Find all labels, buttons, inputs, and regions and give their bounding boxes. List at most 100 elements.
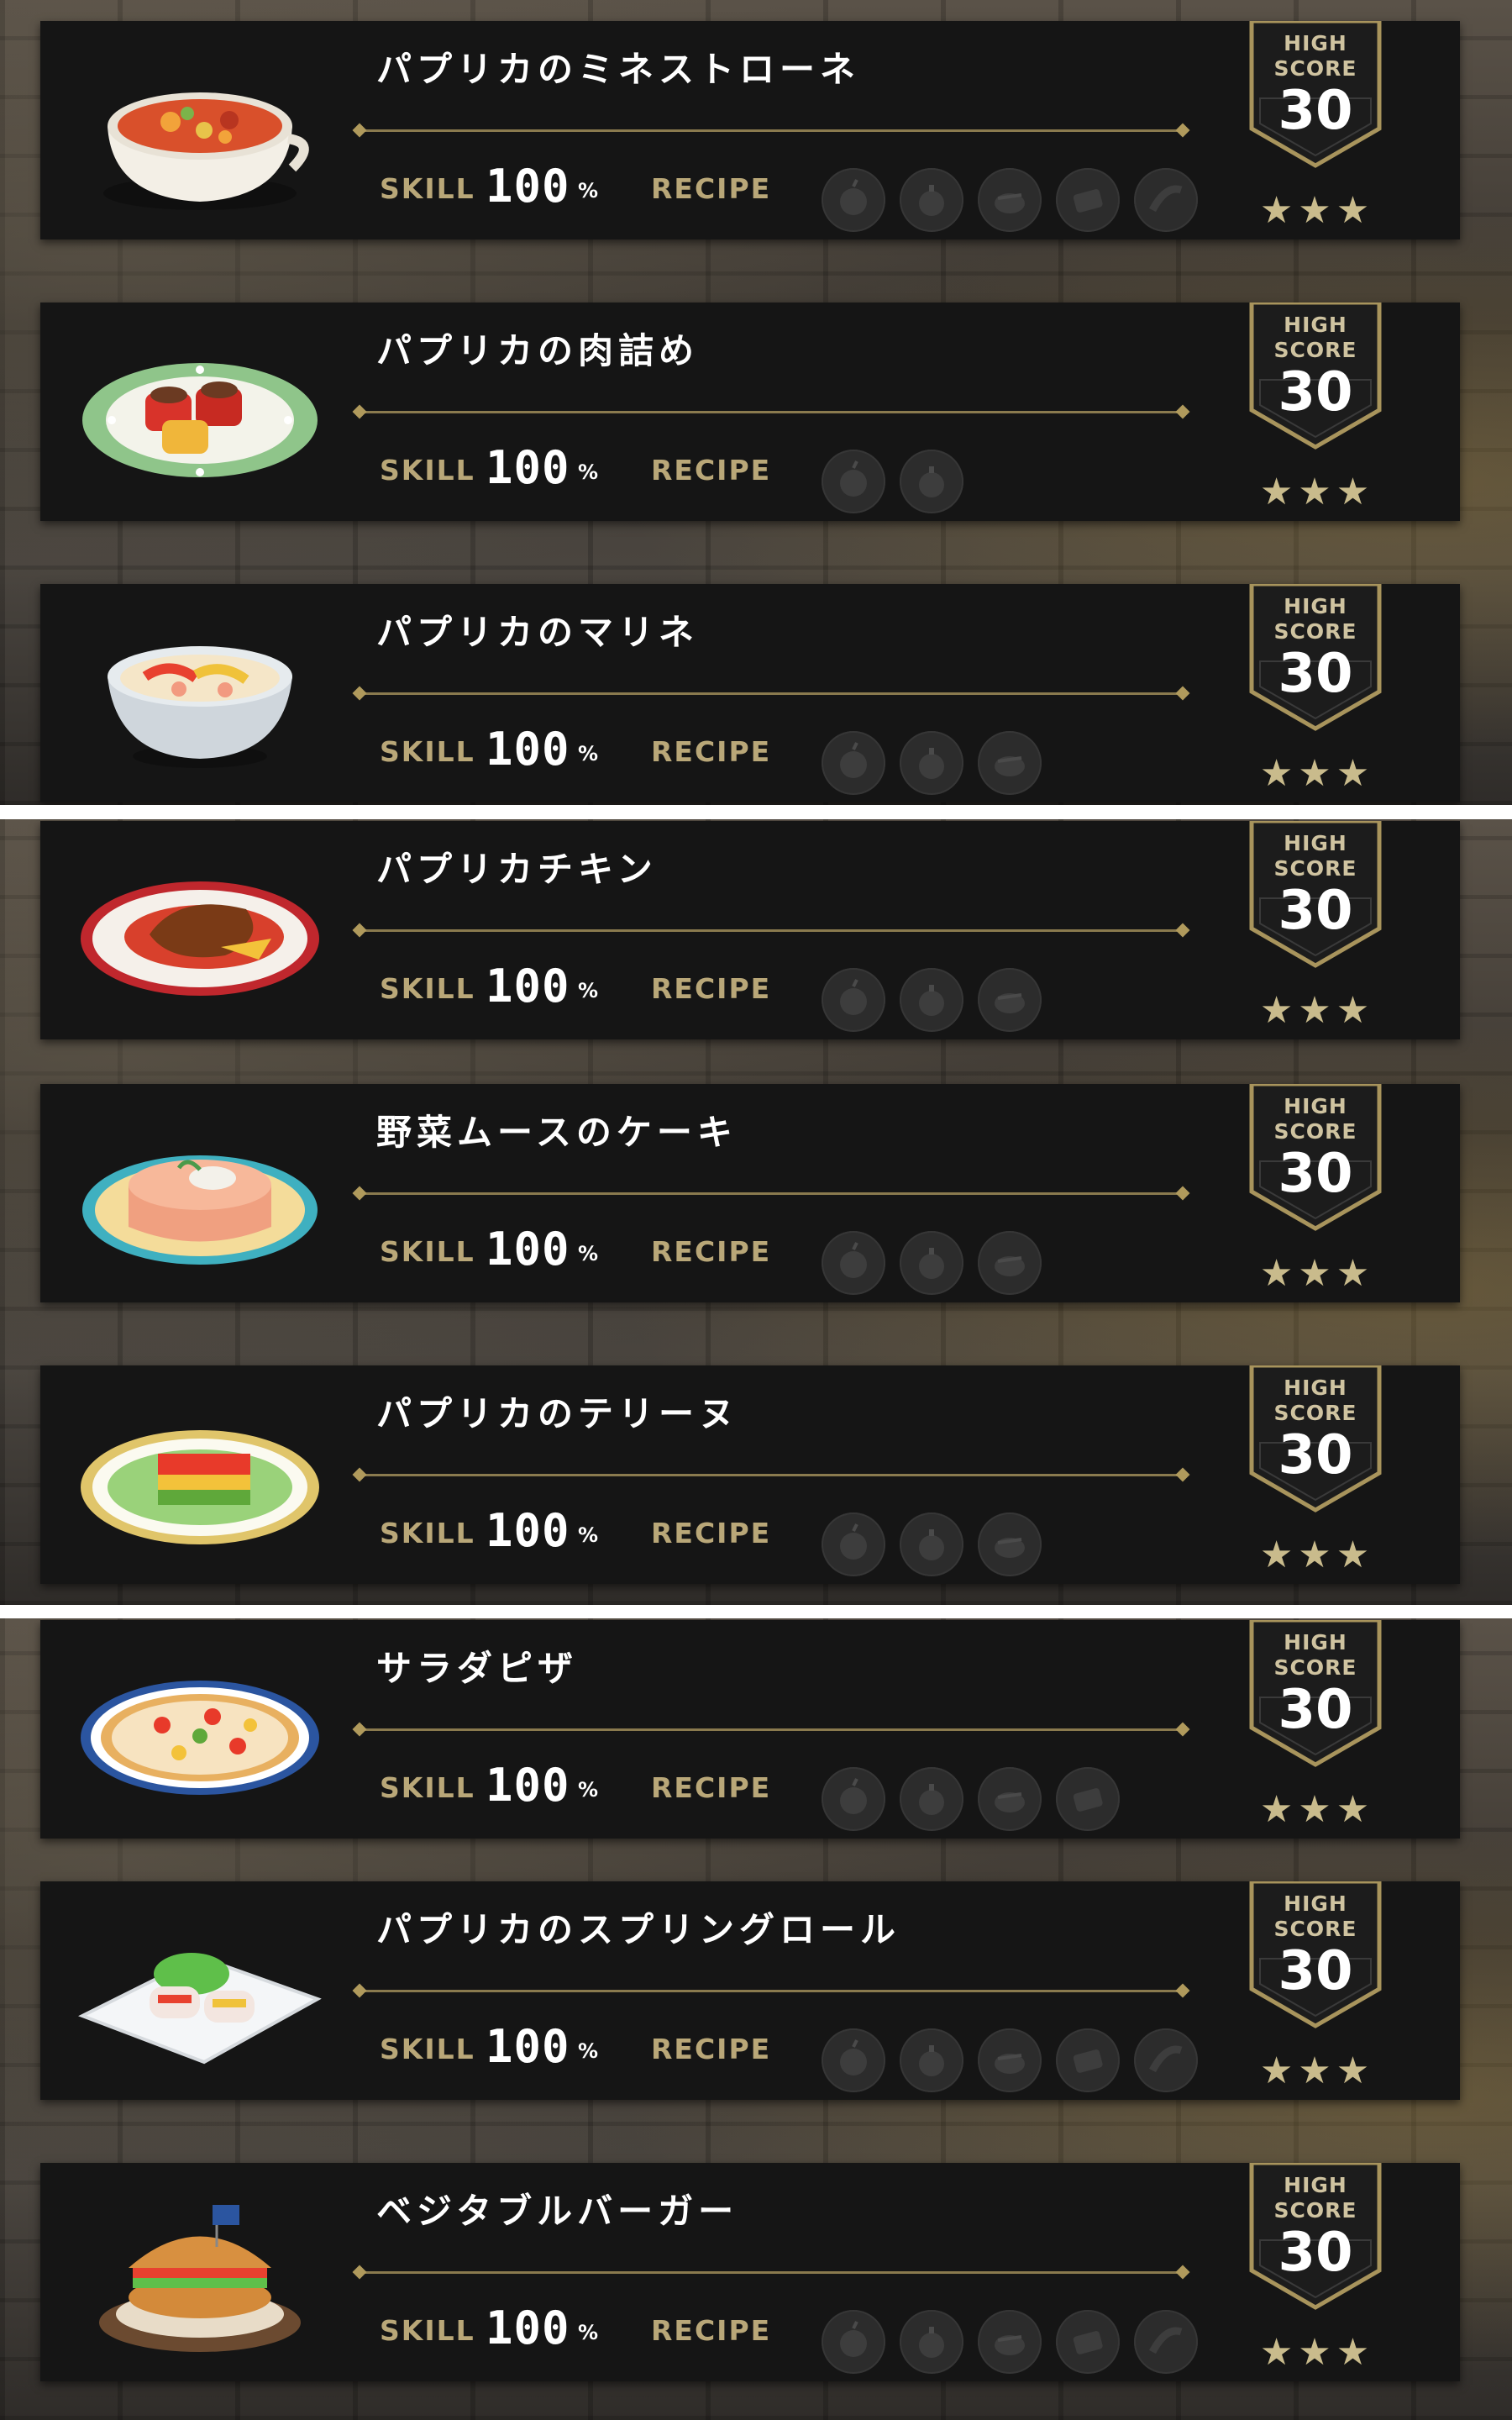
recipe-card[interactable]: パプリカのマリネ SKILL 100% RECIPE HIGH SCORE 30 ★★★ <box>40 584 1460 802</box>
vegetable-burger-icon <box>78 2188 322 2356</box>
high-score-value: 30 <box>1278 1424 1353 1486</box>
recipe-label: RECIPE <box>651 1235 772 1268</box>
skill-value: 100 <box>486 1759 570 1812</box>
recipe-card[interactable]: パプリカのテリーヌ SKILL 100% RECIPE HIGH SCORE 30 ★★★ <box>40 1365 1460 1584</box>
score-label: SCORE <box>1273 619 1357 644</box>
ingredient-slot-icon <box>900 2028 963 2092</box>
recipe-card[interactable]: パプリカの肉詰め SKILL 100% RECIPE HIGH SCORE 30 ★★★ <box>40 302 1460 521</box>
ingredient-slot-icon <box>822 1767 885 1831</box>
skill-percent-unit: % <box>578 742 599 765</box>
skill-percent-unit: % <box>578 1523 599 1547</box>
divider <box>360 1192 1183 1195</box>
skill-label: SKILL <box>380 1771 475 1804</box>
skill-percent-unit: % <box>578 460 599 484</box>
ingredient-slot-icon <box>822 450 885 513</box>
ingredient-slot-icon <box>1056 1767 1120 1831</box>
star-rating: ★★★ <box>1259 471 1375 513</box>
skill-label: SKILL <box>380 454 475 487</box>
score-label: SCORE <box>1273 1917 1357 1941</box>
ingredient-slot-icon <box>978 731 1042 795</box>
recipe-card[interactable]: 野菜ムースのケーキ SKILL 100% RECIPE HIGH SCORE 30 ★★★ <box>40 1084 1460 1302</box>
star-rating: ★★★ <box>1259 752 1375 795</box>
spring-roll-plate-icon <box>78 1907 322 2075</box>
high-score-badge: HIGH SCORE 30 <box>1248 584 1383 734</box>
high-label: HIGH <box>1284 1630 1347 1655</box>
ingredient-slot-icon <box>900 731 963 795</box>
recipe-card[interactable]: パプリカのスプリングロール SKILL 100% RECIPE HIGH SCORE 30 ★… <box>40 1881 1460 2100</box>
skill-value: 100 <box>486 2020 570 2073</box>
skill-value: 100 <box>486 723 570 776</box>
skill-label: SKILL <box>380 1517 475 1549</box>
high-label: HIGH <box>1284 1376 1347 1400</box>
high-score-badge: HIGH SCORE 30 <box>1248 1620 1383 1770</box>
score-label: SCORE <box>1273 1655 1357 1680</box>
recipe-name: パプリカの肉詰め <box>376 330 700 371</box>
star-rating: ★★★ <box>1259 1252 1375 1295</box>
ingredient-slot-icon <box>900 968 963 1032</box>
stuffed-paprika-plate-icon <box>78 328 322 496</box>
high-score-badge: HIGH SCORE 30 <box>1248 2163 1383 2312</box>
recipe-label: RECIPE <box>651 1771 772 1804</box>
skill-value: 100 <box>486 160 570 213</box>
ingredient-slot-icon <box>978 1231 1042 1295</box>
high-score-badge: HIGH SCORE 30 <box>1248 821 1383 971</box>
score-label: SCORE <box>1273 1401 1357 1425</box>
star-rating: ★★★ <box>1259 2049 1375 2092</box>
skill-percent-unit: % <box>578 1778 599 1802</box>
recipe-label: RECIPE <box>651 2033 772 2065</box>
skill-value: 100 <box>486 2302 570 2354</box>
recipe-name: サラダピザ <box>376 1648 579 1689</box>
ingredient-slot-icon <box>822 1512 885 1576</box>
star-rating: ★★★ <box>1259 989 1375 1032</box>
divider <box>360 1990 1183 1992</box>
salad-pizza-icon <box>78 1645 322 1813</box>
recipe-card[interactable]: サラダピザ SKILL 100% RECIPE HIGH SCORE 30 ★★★ <box>40 1620 1460 1839</box>
high-label: HIGH <box>1284 31 1347 55</box>
divider <box>360 1728 1183 1731</box>
ingredient-slot-icon <box>978 168 1042 232</box>
skill-percent-unit: % <box>578 2321 599 2344</box>
skill-percent-unit: % <box>578 2039 599 2063</box>
skill-percent-unit: % <box>578 1242 599 1265</box>
divider <box>360 2271 1183 2274</box>
ingredient-slot-icon <box>978 1767 1042 1831</box>
ingredient-slot-icon <box>900 450 963 513</box>
ingredient-slot-icon <box>900 168 963 232</box>
ingredient-slot-icon <box>1134 168 1198 232</box>
ingredient-slot-icon <box>1056 2028 1120 2092</box>
divider <box>360 1474 1183 1476</box>
divider <box>360 129 1183 132</box>
skill-label: SKILL <box>380 172 475 205</box>
ingredient-slot-icon <box>900 1231 963 1295</box>
recipe-name: ベジタブルバーガー <box>376 2191 739 2232</box>
high-score-value: 30 <box>1278 1143 1353 1205</box>
score-label: SCORE <box>1273 56 1357 81</box>
ingredient-slot-icon <box>900 1512 963 1576</box>
recipe-label: RECIPE <box>651 454 772 487</box>
recipe-label: RECIPE <box>651 2314 772 2347</box>
recipe-card[interactable]: パプリカのミネストローネ SKILL 100% RECIPE HIGH SCORE 30 ★★… <box>40 21 1460 239</box>
recipe-card[interactable]: パプリカチキン SKILL 100% RECIPE HIGH SCORE 30 ★★★ <box>40 821 1460 1039</box>
score-label: SCORE <box>1273 2198 1357 2223</box>
skill-percent-unit: % <box>578 979 599 1002</box>
high-score-badge: HIGH SCORE 30 <box>1248 1084 1383 1234</box>
score-label: SCORE <box>1273 856 1357 881</box>
skill-percent-unit: % <box>578 179 599 203</box>
skill-label: SKILL <box>380 735 475 768</box>
divider <box>360 692 1183 695</box>
ingredient-slot-icon <box>978 968 1042 1032</box>
star-rating: ★★★ <box>1259 2331 1375 2374</box>
ingredient-slot-icon <box>822 731 885 795</box>
ingredient-slot-icon <box>822 168 885 232</box>
ingredient-slot-icon <box>822 1231 885 1295</box>
score-label: SCORE <box>1273 1119 1357 1144</box>
high-label: HIGH <box>1284 594 1347 618</box>
recipe-name: パプリカのミネストローネ <box>376 49 861 90</box>
high-score-value: 30 <box>1278 643 1353 705</box>
skill-value: 100 <box>486 960 570 1013</box>
skill-label: SKILL <box>380 1235 475 1268</box>
ingredient-slot-icon <box>1134 2310 1198 2374</box>
screenshot-panel-1: パプリカのミネストローネ SKILL 100% RECIPE HIGH SCORE 30 ★★… <box>0 0 1512 805</box>
recipe-card[interactable]: ベジタブルバーガー SKILL 100% RECIPE HIGH SCORE 30 ★★★ <box>40 2163 1460 2381</box>
ingredient-slot-icon <box>900 2310 963 2374</box>
